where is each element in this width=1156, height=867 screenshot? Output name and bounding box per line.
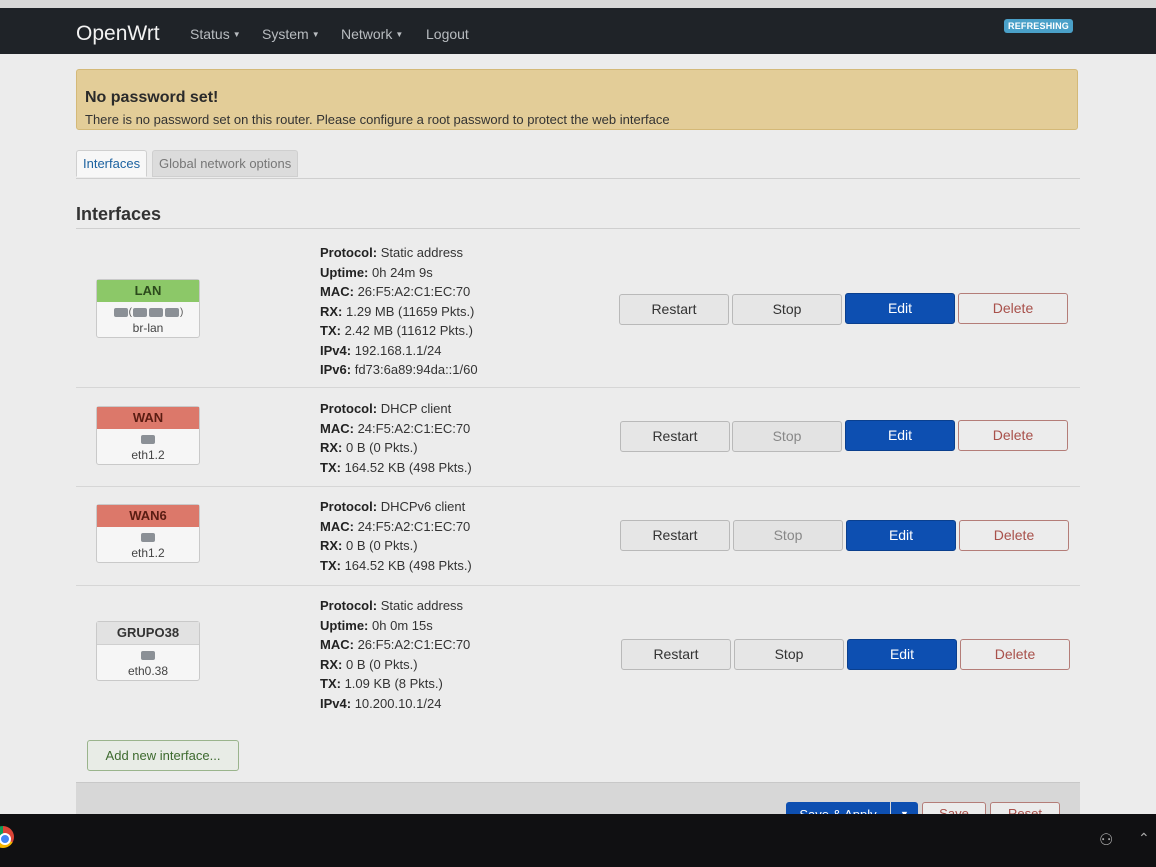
ethernet-port-icon [97, 648, 199, 664]
delete-button[interactable]: Delete [958, 420, 1068, 451]
detail-line: Protocol: Static address [320, 598, 464, 613]
menu-logout-label: Logout [426, 26, 469, 42]
detail-line: Protocol: DHCPv6 client [320, 499, 466, 514]
caret-down-icon: ▼ [232, 30, 241, 39]
no-password-alert: No password set! There is no password se… [76, 69, 1078, 130]
tab-bar: Interfaces Global network options [76, 150, 1080, 179]
detail-line: MAC: 26:F5:A2:C1:EC:70 [320, 637, 471, 652]
stop-button[interactable]: Stop [733, 520, 843, 551]
interface-details-wan6: Protocol: DHCPv6 client MAC: 24:F5:A2:C1… [320, 497, 472, 575]
section-divider [76, 228, 1080, 229]
interface-details-lan: Protocol: Static address Uptime: 0h 24m … [320, 243, 478, 380]
menu-network-label: Network [341, 26, 393, 42]
delete-button[interactable]: Delete [959, 520, 1069, 551]
detail-line: MAC: 24:F5:A2:C1:EC:70 [320, 518, 471, 534]
detail-line: TX: 2.42 MB (11612 Pkts.) [320, 323, 473, 338]
detail-line: RX: 0 B (0 Pkts.) [320, 656, 418, 672]
interface-badge-grupo38: GRUPO38 eth0.38 [96, 621, 200, 681]
interface-details-wan: Protocol: DHCP client MAC: 24:F5:A2:C1:E… [320, 399, 472, 477]
detail-line: Protocol: Static address [320, 245, 464, 260]
menu-logout[interactable]: Logout [426, 26, 469, 42]
interface-badge-wan: WAN eth1.2 [96, 406, 200, 465]
ethernet-port-icon [97, 432, 199, 448]
row-divider [76, 486, 1080, 487]
caret-down-icon: ▼ [311, 30, 320, 39]
menu-status-label: Status [190, 26, 230, 42]
interface-device: br-lan [132, 321, 164, 335]
detail-line: Uptime: 0h 0m 15s [320, 617, 433, 633]
menu-system[interactable]: System ▼ [262, 26, 320, 42]
interface-device: eth1.2 [131, 448, 165, 462]
brand-logo[interactable]: OpenWrt [76, 22, 160, 46]
interface-name: WAN6 [97, 505, 199, 527]
edit-button[interactable]: Edit [845, 293, 955, 324]
edit-button[interactable]: Edit [845, 420, 955, 451]
restart-button[interactable]: Restart [619, 294, 729, 325]
browser-address-bar [0, 0, 1156, 8]
interface-details-grupo38: Protocol: Static address Uptime: 0h 0m 1… [320, 596, 470, 713]
tab-global-network-options[interactable]: Global network options [152, 150, 299, 177]
interface-name: GRUPO38 [97, 622, 199, 645]
detail-line: RX: 1.29 MB (11659 Pkts.) [320, 303, 475, 319]
restart-button[interactable]: Restart [621, 639, 731, 670]
ethernet-port-icon [97, 530, 199, 546]
alert-title: No password set! [85, 89, 219, 106]
stop-button[interactable]: Stop [732, 294, 842, 325]
top-navbar: OpenWrt Status ▼ System ▼ Network ▼ Logout … [0, 8, 1156, 54]
edit-button[interactable]: Edit [847, 639, 957, 670]
menu-status[interactable]: Status ▼ [190, 26, 241, 42]
delete-button[interactable]: Delete [958, 293, 1068, 324]
refreshing-badge[interactable]: REFRESHING [1004, 19, 1074, 33]
detail-line: MAC: 24:F5:A2:C1:EC:70 [320, 420, 471, 436]
restart-button[interactable]: Restart [620, 421, 730, 452]
menu-network[interactable]: Network ▼ [341, 26, 403, 42]
interface-device: eth1.2 [131, 546, 165, 560]
bridge-ports-icon: () [97, 305, 199, 321]
section-title: Interfaces [76, 204, 162, 224]
interface-badge-wan6: WAN6 eth1.2 [96, 504, 200, 563]
alert-message: There is no password set on this router.… [85, 112, 670, 127]
chevron-up-icon[interactable]: ⌃ [1138, 830, 1150, 847]
add-interface-button[interactable]: Add new interface... [87, 740, 239, 771]
detail-line: IPv6: fd73:6a89:94da::1/60 [320, 362, 478, 377]
restart-button[interactable]: Restart [620, 520, 730, 551]
people-icon[interactable]: ⚇ [1099, 830, 1113, 850]
detail-line: RX: 0 B (0 Pkts.) [320, 440, 418, 455]
detail-line: Uptime: 0h 24m 9s [320, 264, 433, 280]
interface-badge-lan: LAN () br-lan [96, 279, 200, 338]
caret-down-icon: ▼ [395, 30, 404, 39]
detail-line: TX: 164.52 KB (498 Pkts.) [320, 557, 472, 573]
detail-line: IPv4: 10.200.10.1/24 [320, 695, 442, 711]
os-taskbar: ⚇ ⌃ [0, 814, 1156, 867]
tab-interfaces[interactable]: Interfaces [76, 150, 148, 177]
delete-button[interactable]: Delete [960, 639, 1070, 670]
detail-line: IPv4: 192.168.1.1/24 [320, 342, 442, 358]
row-divider [76, 585, 1080, 586]
stop-button[interactable]: Stop [734, 639, 844, 670]
main-content: No password set! There is no password se… [0, 54, 1156, 833]
detail-line: TX: 1.09 KB (8 Pkts.) [320, 676, 443, 691]
interface-name: WAN [97, 407, 199, 429]
menu-system-label: System [262, 26, 309, 42]
detail-line: Protocol: DHCP client [320, 401, 452, 416]
stop-button[interactable]: Stop [732, 421, 842, 452]
detail-line: MAC: 26:F5:A2:C1:EC:70 [320, 284, 471, 299]
detail-line: RX: 0 B (0 Pkts.) [320, 538, 418, 553]
detail-line: TX: 164.52 KB (498 Pkts.) [320, 459, 472, 475]
interface-name: LAN [97, 280, 199, 302]
row-divider [76, 387, 1080, 388]
interface-device: eth0.38 [127, 664, 169, 678]
edit-button[interactable]: Edit [846, 520, 956, 551]
